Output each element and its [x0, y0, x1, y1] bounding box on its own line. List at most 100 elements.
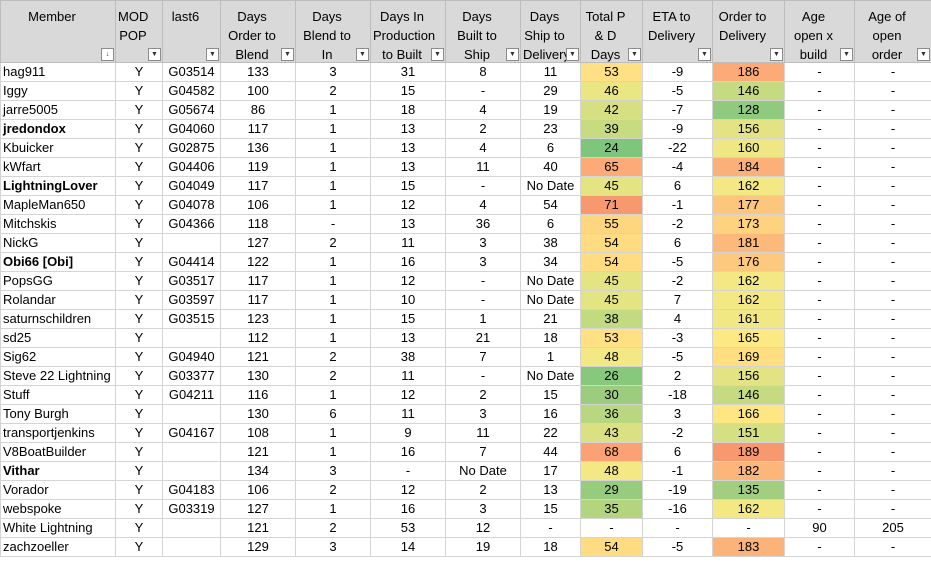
cell-eta[interactable]: -9 — [642, 119, 713, 139]
cell-age[interactable]: - — [784, 347, 855, 367]
cell-last6[interactable]: G04211 — [162, 385, 221, 405]
cell-age[interactable]: 90 — [784, 518, 855, 538]
column-header-o2b[interactable]: Days Order to Blend ▼ — [220, 0, 296, 63]
cell-s2d[interactable]: 17 — [520, 461, 581, 481]
cell-p2b[interactable]: 18 — [370, 100, 446, 120]
cell-o2b[interactable]: 118 — [220, 214, 296, 234]
cell-eta[interactable]: 6 — [642, 176, 713, 196]
cell-eta[interactable]: -5 — [642, 252, 713, 272]
cell-s2d[interactable]: 34 — [520, 252, 581, 272]
cell-o2b[interactable]: 121 — [220, 442, 296, 462]
filter-dropdown-icon[interactable]: ▼ — [356, 48, 369, 61]
cell-b2s[interactable]: 2 — [445, 119, 521, 139]
cell-o2d[interactable]: 146 — [712, 385, 785, 405]
cell-last6[interactable]: G03597 — [162, 290, 221, 310]
cell-o2d[interactable]: 182 — [712, 461, 785, 481]
cell-p2b[interactable]: 38 — [370, 347, 446, 367]
cell-b2p[interactable]: 1 — [295, 195, 371, 215]
cell-eta[interactable]: - — [642, 518, 713, 538]
cell-age[interactable]: - — [784, 271, 855, 291]
cell-age[interactable]: - — [784, 328, 855, 348]
filter-dropdown-icon[interactable]: ▼ — [431, 48, 444, 61]
cell-o2d[interactable]: 181 — [712, 233, 785, 253]
cell-ageo[interactable]: - — [854, 537, 931, 557]
cell-b2p[interactable]: 1 — [295, 442, 371, 462]
cell-eta[interactable]: -5 — [642, 347, 713, 367]
cell-b2s[interactable]: 3 — [445, 252, 521, 272]
cell-ageo[interactable]: - — [854, 233, 931, 253]
cell-mod[interactable]: Y — [115, 252, 163, 272]
cell-b2p[interactable]: 1 — [295, 385, 371, 405]
cell-b2s[interactable]: 3 — [445, 233, 521, 253]
cell-b2p[interactable]: 2 — [295, 480, 371, 500]
cell-b2s[interactable]: 4 — [445, 100, 521, 120]
cell-eta[interactable]: -9 — [642, 62, 713, 82]
cell-o2b[interactable]: 133 — [220, 62, 296, 82]
cell-tpd[interactable]: 36 — [580, 404, 643, 424]
cell-o2b[interactable]: 108 — [220, 423, 296, 443]
cell-last6[interactable]: G03319 — [162, 499, 221, 519]
cell-ageo[interactable]: - — [854, 176, 931, 196]
cell-tpd[interactable]: 45 — [580, 290, 643, 310]
cell-member[interactable]: jredondox — [0, 119, 116, 139]
cell-age[interactable]: - — [784, 214, 855, 234]
cell-age[interactable]: - — [784, 537, 855, 557]
cell-ageo[interactable]: - — [854, 195, 931, 215]
cell-b2s[interactable]: - — [445, 290, 521, 310]
cell-ageo[interactable]: - — [854, 480, 931, 500]
cell-b2s[interactable]: 3 — [445, 499, 521, 519]
cell-mod[interactable]: Y — [115, 81, 163, 101]
cell-last6[interactable]: G04940 — [162, 347, 221, 367]
cell-age[interactable]: - — [784, 499, 855, 519]
cell-p2b[interactable]: 15 — [370, 176, 446, 196]
cell-mod[interactable]: Y — [115, 385, 163, 405]
cell-member[interactable]: Iggy — [0, 81, 116, 101]
cell-p2b[interactable]: 16 — [370, 499, 446, 519]
column-header-eta[interactable]: ETA to Delivery ▼ — [642, 0, 713, 63]
filter-dropdown-icon[interactable]: ▼ — [148, 48, 161, 61]
cell-s2d[interactable]: 22 — [520, 423, 581, 443]
cell-b2s[interactable]: 19 — [445, 537, 521, 557]
cell-last6[interactable]: G05674 — [162, 100, 221, 120]
cell-member[interactable]: LightningLover — [0, 176, 116, 196]
cell-s2d[interactable]: 18 — [520, 328, 581, 348]
cell-tpd[interactable]: 46 — [580, 81, 643, 101]
cell-ageo[interactable]: - — [854, 347, 931, 367]
cell-b2s[interactable]: 2 — [445, 480, 521, 500]
cell-p2b[interactable]: 15 — [370, 81, 446, 101]
cell-b2s[interactable]: - — [445, 81, 521, 101]
cell-age[interactable]: - — [784, 480, 855, 500]
cell-tpd[interactable]: 68 — [580, 442, 643, 462]
cell-age[interactable]: - — [784, 138, 855, 158]
column-header-member[interactable]: Member ↓ — [0, 0, 116, 63]
cell-s2d[interactable]: 6 — [520, 138, 581, 158]
cell-o2d[interactable]: 156 — [712, 119, 785, 139]
cell-eta[interactable]: -5 — [642, 81, 713, 101]
cell-o2d[interactable]: 183 — [712, 537, 785, 557]
cell-b2s[interactable]: 7 — [445, 442, 521, 462]
cell-s2d[interactable]: No Date — [520, 366, 581, 386]
column-header-p2b[interactable]: Days In Production to Built ▼ — [370, 0, 446, 63]
cell-member[interactable]: Vorador — [0, 480, 116, 500]
cell-ageo[interactable]: - — [854, 461, 931, 481]
cell-s2d[interactable]: 23 — [520, 119, 581, 139]
cell-mod[interactable]: Y — [115, 176, 163, 196]
cell-mod[interactable]: Y — [115, 309, 163, 329]
cell-s2d[interactable]: 38 — [520, 233, 581, 253]
cell-o2b[interactable]: 112 — [220, 328, 296, 348]
cell-tpd[interactable]: 54 — [580, 233, 643, 253]
cell-member[interactable]: Steve 22 Lightning — [0, 366, 116, 386]
filter-dropdown-icon[interactable]: ↓ — [101, 48, 114, 61]
cell-o2d[interactable]: 162 — [712, 271, 785, 291]
cell-p2b[interactable]: 11 — [370, 233, 446, 253]
cell-eta[interactable]: -16 — [642, 499, 713, 519]
cell-b2p[interactable]: 1 — [295, 328, 371, 348]
cell-member[interactable]: PopsGG — [0, 271, 116, 291]
cell-member[interactable]: Obi66 [Obi] — [0, 252, 116, 272]
cell-mod[interactable]: Y — [115, 271, 163, 291]
cell-last6[interactable]: G04414 — [162, 252, 221, 272]
cell-mod[interactable]: Y — [115, 233, 163, 253]
cell-b2s[interactable]: 3 — [445, 404, 521, 424]
cell-b2s[interactable]: - — [445, 366, 521, 386]
cell-p2b[interactable]: 10 — [370, 290, 446, 310]
